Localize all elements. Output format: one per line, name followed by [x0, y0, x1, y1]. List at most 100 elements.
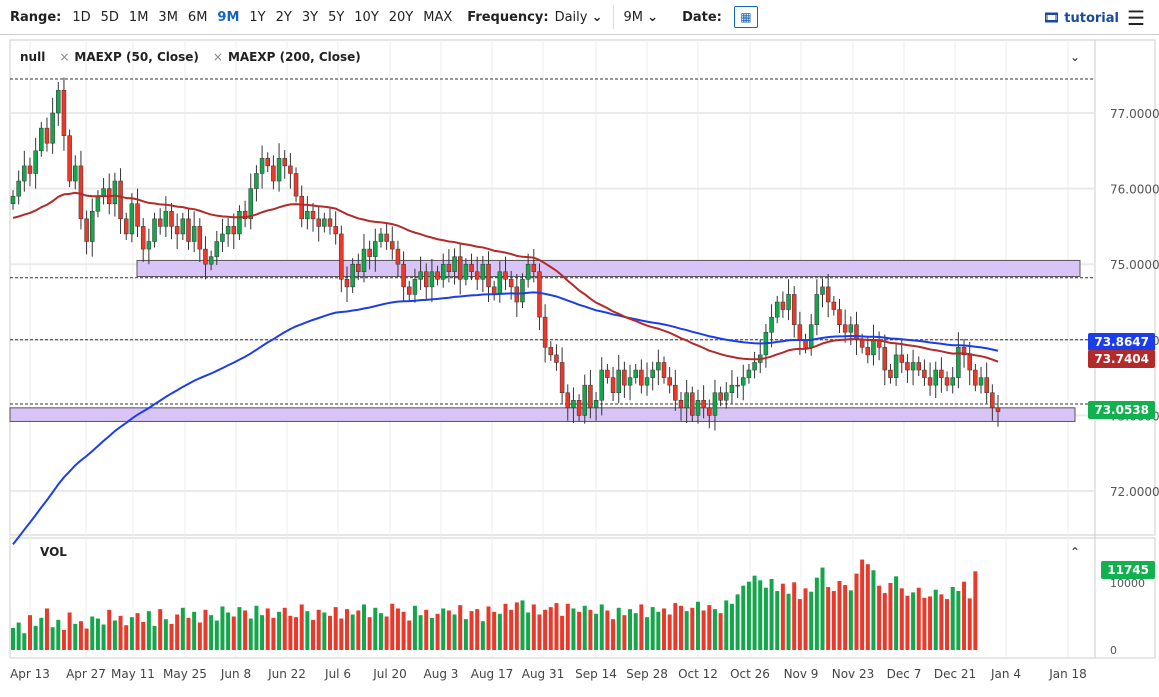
candle-body — [276, 158, 282, 182]
volume-bar — [50, 627, 55, 650]
volume-bar — [639, 604, 644, 650]
candle-body — [588, 384, 593, 409]
candle-body — [910, 362, 916, 371]
candle-body — [123, 218, 129, 235]
candle-body — [293, 173, 299, 197]
volume-bar — [463, 619, 468, 650]
candle-body — [712, 392, 718, 416]
candle-body — [373, 241, 378, 257]
volume-bar — [95, 618, 100, 650]
volume-tick-label: 0 — [1110, 644, 1117, 657]
price-pane — [9, 39, 1156, 536]
volume-bar — [537, 614, 542, 650]
candle-body — [50, 112, 55, 144]
volume-bar — [843, 585, 848, 650]
volume-bar — [594, 613, 599, 650]
candle-body — [220, 233, 225, 242]
candle-body — [741, 377, 746, 386]
volume-bar — [848, 590, 853, 650]
x-tick-label: Jun 8 — [220, 667, 251, 681]
candle-body — [610, 377, 616, 393]
volume-bar — [435, 613, 440, 650]
volume-bar — [531, 604, 536, 650]
candle-body — [44, 127, 50, 144]
volume-bar — [763, 587, 768, 650]
volume-bar — [565, 603, 570, 650]
volume-bar — [588, 609, 593, 650]
volume-bar — [973, 571, 978, 650]
candle-body — [480, 263, 486, 280]
volume-bar — [141, 621, 146, 650]
x-tick-label: Apr 27 — [66, 667, 106, 681]
candle-body — [271, 165, 276, 182]
candle-body — [956, 347, 961, 378]
x-tick-label: May 11 — [111, 667, 155, 681]
volume-bar — [333, 607, 338, 650]
price-chart[interactable]: Apr 13 Apr 27 May 11 May 25 Jun 8 Jun 22 Jul 6… — [0, 0, 1159, 697]
volume-bar — [865, 564, 870, 650]
volume-bar — [11, 627, 15, 650]
x-tick-label: Oct 12 — [678, 667, 718, 681]
volume-bar — [175, 614, 180, 650]
volume-bar — [724, 600, 729, 650]
candle-body — [169, 211, 174, 227]
volume-bar — [871, 570, 876, 650]
candle-body — [780, 301, 786, 310]
volume-bar — [458, 605, 463, 650]
candle-body — [622, 369, 627, 386]
volume-bar — [695, 601, 700, 650]
volume-bar — [486, 606, 491, 650]
collapse-chevron-icon[interactable]: ⌄ — [1070, 50, 1080, 64]
x-tick-label: Jun 22 — [267, 667, 306, 681]
candle-body — [786, 294, 791, 310]
remove-ma50-icon[interactable]: × — [59, 50, 69, 64]
expand-chevron-icon[interactable]: ⌃ — [1070, 545, 1080, 559]
volume-bar — [101, 624, 106, 650]
volume-bar — [282, 607, 287, 650]
volume-bar — [837, 580, 842, 650]
volume-bar — [328, 615, 333, 650]
candle-body — [661, 362, 667, 378]
volume-bar — [877, 585, 882, 650]
volume-bar — [860, 559, 865, 650]
candle-body — [395, 248, 401, 265]
candle-body — [769, 316, 774, 333]
candle-body — [667, 377, 672, 386]
candle-body — [820, 286, 825, 295]
candle-body — [157, 218, 163, 227]
candle-body — [905, 362, 910, 371]
volume-bar — [809, 591, 814, 650]
volume-bar — [735, 594, 740, 650]
candle-body — [559, 362, 565, 393]
volume-bar — [678, 605, 683, 650]
ma50-price-tag: 73.7404 — [1088, 350, 1155, 368]
volume-bar — [305, 611, 310, 650]
volume-bar — [452, 614, 457, 650]
remove-ma200-icon[interactable]: × — [213, 50, 223, 64]
x-tick-label: Dec 21 — [934, 667, 976, 681]
candle-body — [695, 400, 701, 416]
candle-body — [599, 369, 604, 401]
volume-bar — [769, 578, 774, 650]
volume-bar — [820, 567, 825, 650]
candle-body — [203, 248, 208, 265]
ma50-label: MAEXP (50, Close) — [74, 50, 199, 64]
volume-bar — [962, 581, 967, 650]
volume-bar — [956, 591, 961, 650]
candle-body — [973, 369, 978, 386]
chart-legend: null × MAEXP (50, Close) × MAEXP (200, Clo… — [20, 50, 361, 64]
volume-bar — [854, 573, 859, 650]
candle-body — [644, 377, 650, 386]
volume-bar — [622, 615, 627, 650]
price-tick-label: 77.0000 — [1110, 107, 1159, 121]
volume-bar — [339, 618, 344, 650]
candle-body — [10, 195, 16, 204]
candle-body — [401, 263, 406, 288]
volume-bar — [299, 604, 304, 650]
candle-body — [197, 226, 203, 250]
candle-body — [174, 226, 180, 235]
x-tick-label: Jan 4 — [990, 667, 1021, 681]
volume-bar — [73, 623, 78, 650]
volume-bar — [322, 612, 327, 650]
candle-body — [808, 324, 814, 348]
